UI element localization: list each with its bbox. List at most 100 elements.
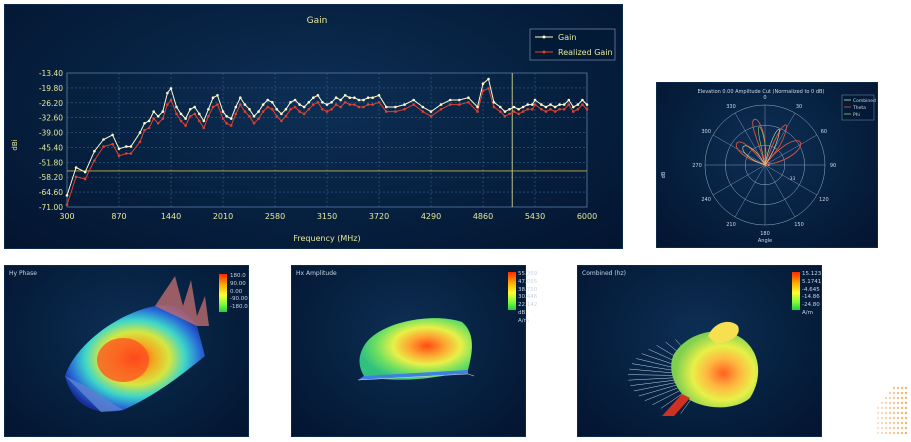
polar-legend-label-phi: Phi (853, 112, 860, 118)
data-point (175, 112, 178, 116)
data-point (156, 122, 160, 125)
logo-dot (880, 426, 884, 430)
y-tick-label: -51.80 (39, 158, 63, 167)
logo-dot (896, 416, 900, 420)
y-tick-label: -64.60 (39, 188, 63, 197)
logo-dot (888, 406, 892, 410)
logo-dot (876, 406, 880, 410)
logo-dot (892, 431, 896, 435)
logo-dot (888, 426, 892, 430)
data-point (412, 98, 416, 102)
data-point (581, 103, 584, 106)
data-point (211, 96, 215, 99)
data-point (521, 105, 525, 109)
data-point (330, 101, 333, 104)
data-point (558, 108, 561, 111)
data-point (531, 103, 534, 106)
phase-cb-label-4: -90.00 (230, 296, 248, 303)
polar-chart-panel: Elevation 0.00 Amplitude Cut (Normalized… (656, 82, 878, 248)
data-point (508, 112, 511, 116)
data-point (175, 105, 178, 109)
phase-hotspot (97, 338, 149, 382)
logo-dot (900, 391, 904, 395)
data-point (576, 103, 580, 106)
data-point (102, 138, 105, 141)
y-tick-label: -32.60 (39, 114, 63, 123)
x-tick-label: 300 (59, 212, 74, 221)
data-point (371, 96, 374, 99)
data-point (562, 103, 566, 106)
data-point (280, 119, 283, 123)
data-point (540, 103, 543, 106)
polar-spoke (734, 164, 766, 218)
logo-dot (880, 406, 884, 410)
data-point (562, 108, 566, 111)
combined-cb-label-2: 5.1741 (802, 278, 822, 285)
combined-cb-label-4: -14.86 (802, 294, 820, 301)
data-point (458, 98, 461, 102)
data-point (166, 91, 169, 95)
data-point (243, 110, 247, 113)
combined-colorbar-labels: 15.123 5.1741 -4.645 -14.86 -24.80 A/m (802, 271, 821, 318)
data-point (138, 140, 142, 144)
combined-cb-units: A/m (802, 309, 813, 316)
data-point (275, 108, 279, 111)
logo-dot (884, 401, 888, 405)
data-point (508, 108, 511, 111)
data-point (553, 105, 557, 109)
data-point (125, 152, 128, 155)
data-point (83, 170, 87, 174)
logo-dot (900, 411, 904, 415)
data-point (93, 159, 96, 162)
logo-dot (900, 406, 904, 410)
grid-lines (67, 72, 587, 208)
logo-dot (896, 426, 900, 430)
data-point (125, 145, 128, 148)
data-point (357, 98, 361, 102)
data-point (481, 89, 485, 92)
logo-dot (888, 416, 892, 420)
data-point (512, 105, 516, 109)
logo-dot (884, 411, 888, 415)
logo-dot (892, 411, 896, 415)
data-point (234, 105, 238, 109)
data-point (517, 108, 520, 111)
data-point (572, 110, 575, 113)
data-point (343, 101, 347, 104)
data-point (421, 110, 425, 113)
polar-chart-svg: Elevation 0.00 Amplitude Cut (Normalized… (661, 89, 876, 244)
logo-dot (892, 386, 896, 390)
data-point (581, 98, 584, 102)
data-point (492, 101, 496, 104)
data-point (339, 105, 343, 109)
data-point (521, 110, 525, 113)
hy-phase-panel: Hy Phase 180.0 90.00 0.00 -90.00 -180.0 (4, 265, 249, 437)
legend-label-realized-gain: Realized Gain (558, 48, 613, 57)
data-point (207, 108, 210, 111)
data-point (572, 105, 575, 109)
data-point (289, 101, 292, 104)
data-point (261, 110, 265, 113)
x-tick-label: 1440 (161, 212, 181, 221)
data-point (371, 103, 374, 106)
data-point (487, 77, 490, 81)
logo-dot (892, 396, 896, 400)
data-point (184, 117, 187, 120)
gain-chart-svg: Gain 300 870 1440 2010 2580 3150 3720 4290 4860 5… (11, 16, 616, 243)
data-point (487, 87, 490, 90)
polar-angle-label: 30 (796, 104, 802, 110)
dotted-logo-icon (876, 386, 908, 435)
data-point (348, 103, 352, 106)
logo-dot (884, 421, 888, 425)
logo-dot (884, 431, 888, 435)
logo-dot (904, 386, 908, 390)
data-point (248, 108, 251, 111)
data-point (403, 108, 406, 111)
data-point (512, 110, 516, 113)
data-point (280, 112, 283, 116)
phase-cb-label-2: 90.00 (230, 280, 246, 287)
data-point (458, 103, 461, 106)
data-point (184, 124, 187, 127)
logo-dot (896, 431, 900, 435)
data-point (188, 115, 192, 118)
